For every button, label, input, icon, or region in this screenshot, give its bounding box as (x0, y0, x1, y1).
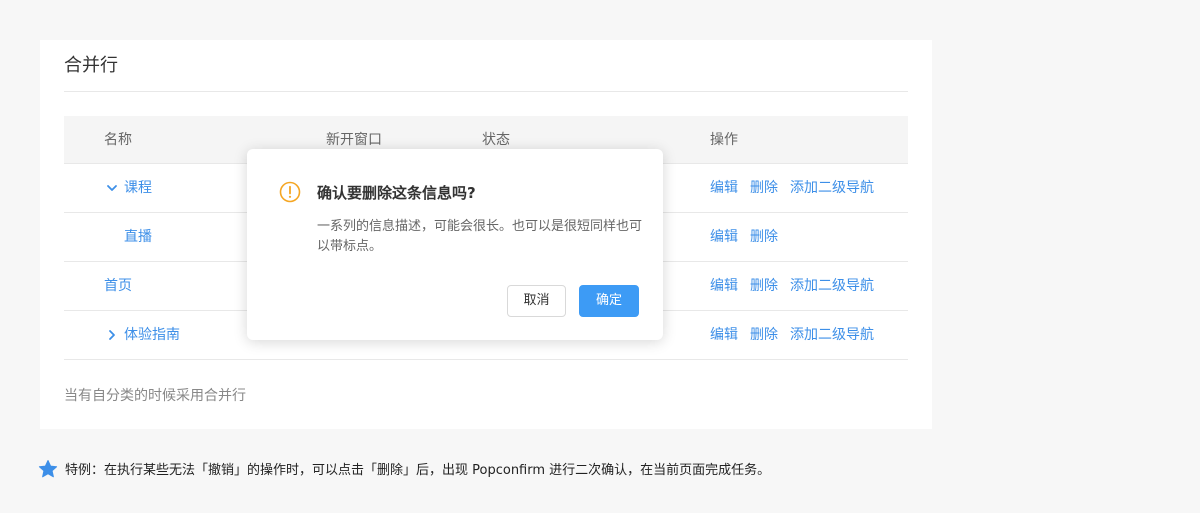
edit-link[interactable]: 编辑 (710, 180, 738, 196)
confirm-button[interactable]: 确定 (579, 285, 639, 317)
row-actions: 编辑 删除 添加二级导航 (710, 164, 886, 212)
popconfirm-title: 确认要删除这条信息吗? (317, 184, 476, 202)
row-name[interactable]: 课程 (124, 164, 152, 212)
popconfirm: 确认要删除这条信息吗? 一系列的信息描述，可能会很长。也可以是很短同样也可以带标… (247, 149, 663, 340)
cancel-button[interactable]: 取消 (507, 285, 566, 317)
delete-link[interactable]: 删除 (750, 229, 778, 245)
header-actions: 操作 (710, 132, 738, 148)
delete-link[interactable]: 删除 (750, 327, 778, 343)
row-actions: 编辑 删除 (710, 213, 790, 261)
add-subnav-link[interactable]: 添加二级导航 (790, 327, 874, 343)
row-name[interactable]: 直播 (124, 213, 152, 261)
card-title: 合并行 (64, 55, 118, 76)
star-icon (38, 459, 58, 483)
add-subnav-link[interactable]: 添加二级导航 (790, 278, 874, 294)
add-subnav-link[interactable]: 添加二级导航 (790, 180, 874, 196)
tip-text: 特例：在执行某些无法「撤销」的操作时，可以点击「删除」后，出现 Popconfi… (65, 463, 771, 478)
row-actions: 编辑 删除 添加二级导航 (710, 262, 886, 310)
chevron-down-icon[interactable] (106, 164, 118, 212)
popconfirm-description: 一系列的信息描述，可能会很长。也可以是很短同样也可以带标点。 (317, 219, 643, 254)
row-name[interactable]: 体验指南 (124, 311, 180, 359)
edit-link[interactable]: 编辑 (710, 327, 738, 343)
edit-link[interactable]: 编辑 (710, 278, 738, 294)
tip: 特例：在执行某些无法「撤销」的操作时，可以点击「删除」后，出现 Popconfi… (38, 460, 770, 482)
card-footnote: 当有自分类的时候采用合并行 (64, 388, 246, 404)
row-actions: 编辑 删除 添加二级导航 (710, 311, 886, 359)
warning-circle-icon (279, 181, 301, 203)
delete-link[interactable]: 删除 (750, 180, 778, 196)
edit-link[interactable]: 编辑 (710, 229, 738, 245)
card-divider (64, 91, 908, 92)
chevron-right-icon[interactable] (106, 311, 118, 359)
delete-link[interactable]: 删除 (750, 278, 778, 294)
row-name[interactable]: 首页 (104, 262, 132, 310)
header-name: 名称 (104, 132, 132, 148)
